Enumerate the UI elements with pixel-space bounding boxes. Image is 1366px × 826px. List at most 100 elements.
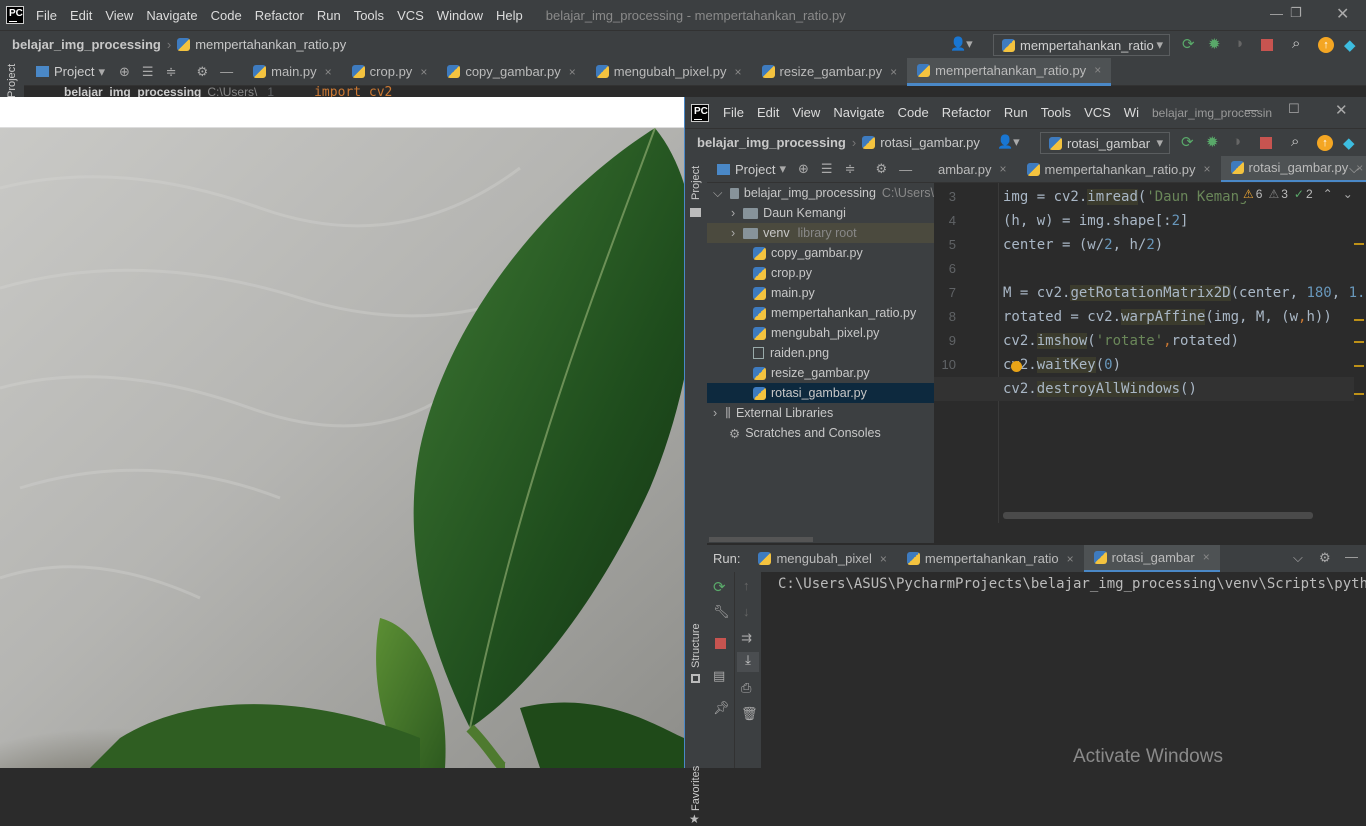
editor-tab[interactable]: mempertahankan_ratio.py × bbox=[907, 57, 1112, 86]
project-view-label[interactable]: Project bbox=[54, 64, 94, 79]
menu-view[interactable]: View bbox=[105, 8, 133, 23]
menu-edit[interactable]: Edit bbox=[70, 8, 92, 23]
coverage-icon[interactable]: ◑ bbox=[1232, 133, 1241, 150]
editor-tab[interactable]: copy_gambar.py × bbox=[437, 58, 585, 86]
pin-icon[interactable]: 📌︎ bbox=[713, 700, 730, 716]
run-console[interactable]: C:\Users\ASUS\PycharmProjects\belajar_im… bbox=[761, 572, 1366, 768]
editor-tab[interactable]: rotasi_gambar.py × bbox=[1220, 156, 1366, 182]
tree-folder-venv[interactable]: › venv library root bbox=[707, 223, 934, 243]
print-icon[interactable]: ⎙ bbox=[741, 680, 751, 696]
user-icon[interactable]: 👤▾ bbox=[950, 36, 973, 52]
close-tab-icon[interactable]: × bbox=[1067, 552, 1074, 566]
editor-h-scrollbar[interactable] bbox=[1003, 512, 1313, 519]
update-icon[interactable]: ↑ bbox=[1317, 135, 1333, 151]
close-tab-icon[interactable]: × bbox=[1203, 550, 1210, 564]
chevron-down-icon[interactable]: ⌵ bbox=[1293, 550, 1303, 566]
breadcrumb-file[interactable]: mempertahankan_ratio.py bbox=[195, 37, 346, 52]
tree-file[interactable]: main.py bbox=[707, 283, 934, 303]
collapse-all-icon[interactable]: ≑ bbox=[845, 161, 856, 177]
breadcrumb-project[interactable]: belajar_img_processing bbox=[697, 135, 846, 150]
tree-file[interactable]: mengubah_pixel.py bbox=[707, 323, 934, 343]
arrow-down-icon[interactable]: ↓ bbox=[743, 604, 750, 619]
arrow-up-icon[interactable]: ↑ bbox=[743, 578, 750, 593]
close-tab-icon[interactable]: × bbox=[999, 162, 1006, 176]
rerun-icon[interactable]: ⟳ bbox=[713, 578, 726, 596]
tree-file[interactable]: resize_gambar.py bbox=[707, 363, 934, 383]
search-icon[interactable]: ⌕ bbox=[1291, 133, 1299, 150]
breadcrumb-project[interactable]: belajar_img_processing bbox=[12, 37, 161, 52]
chevron-down-icon[interactable]: ⌄ bbox=[1343, 187, 1353, 201]
favorites-stripe-label[interactable]: Favorites bbox=[690, 766, 702, 811]
chevron-up-icon[interactable]: ⌃ bbox=[1323, 187, 1333, 201]
tree-external-libraries[interactable]: › ⫼ External Libraries bbox=[707, 403, 934, 423]
editor-tab[interactable]: ambar.py × bbox=[934, 156, 1017, 182]
menu-navigate[interactable]: Navigate bbox=[146, 8, 197, 23]
menu-file[interactable]: File bbox=[36, 8, 57, 23]
menu-file[interactable]: File bbox=[723, 105, 744, 120]
tree-file[interactable]: mempertahankan_ratio.py bbox=[707, 303, 934, 323]
run-tab[interactable]: mengubah_pixel × bbox=[748, 545, 896, 573]
inspection-widget[interactable]: ⚠ 6 ⚠ 3 ✓ 2 ⌃ ⌄ bbox=[1239, 187, 1357, 201]
menu-tools[interactable]: Tools bbox=[354, 8, 384, 23]
hide-icon[interactable]: — bbox=[899, 162, 912, 177]
back-run-config[interactable]: mempertahankan_ratio ▾ bbox=[993, 34, 1170, 56]
user-icon[interactable]: 👤▾ bbox=[997, 134, 1020, 150]
project-view-label[interactable]: Project bbox=[735, 162, 775, 177]
tree-file[interactable]: crop.py bbox=[707, 263, 934, 283]
menu-refactor[interactable]: Refactor bbox=[942, 105, 991, 120]
trash-icon[interactable]: 🗑︎ bbox=[741, 706, 758, 722]
gear-icon[interactable]: ⚙ bbox=[196, 64, 208, 80]
debug-icon[interactable]: ✹ bbox=[1206, 133, 1219, 151]
editor-tab[interactable]: main.py × bbox=[243, 58, 342, 86]
menu-wi[interactable]: Wi bbox=[1124, 105, 1139, 120]
project-stripe-label[interactable]: Project bbox=[6, 64, 18, 98]
menu-help[interactable]: Help bbox=[496, 8, 523, 23]
menu-refactor[interactable]: Refactor bbox=[255, 8, 304, 23]
tree-folder-daun[interactable]: › Daun Kemangi bbox=[707, 203, 934, 223]
editor-tab[interactable]: mengubah_pixel.py × bbox=[586, 58, 752, 86]
locate-icon[interactable]: ⊕ bbox=[798, 161, 809, 177]
structure-stripe-label[interactable]: Structure bbox=[690, 623, 702, 668]
menu-vcs[interactable]: VCS bbox=[1084, 105, 1111, 120]
close-button[interactable]: ✕ bbox=[1335, 101, 1348, 119]
menu-edit[interactable]: Edit bbox=[757, 105, 779, 120]
image-window-title-bar[interactable] bbox=[0, 97, 684, 128]
close-tab-icon[interactable]: × bbox=[1204, 162, 1211, 176]
gear-icon[interactable]: ⚙ bbox=[875, 161, 887, 177]
tree-root[interactable]: ⌵ belajar_img_processing C:\Users\ bbox=[707, 183, 934, 203]
menu-tools[interactable]: Tools bbox=[1041, 105, 1071, 120]
search-icon[interactable]: ⌕ bbox=[1292, 35, 1300, 52]
front-run-config[interactable]: rotasi_gambar ▾ bbox=[1040, 132, 1170, 154]
project-stripe-label[interactable]: Project bbox=[690, 166, 702, 200]
editor-area[interactable]: 34567891011 img = cv2.imread('Daun Keman… bbox=[934, 183, 1366, 543]
gear-icon[interactable]: ⚙ bbox=[1319, 550, 1331, 566]
menu-window[interactable]: Window bbox=[437, 8, 483, 23]
run-tab[interactable]: rotasi_gambar × bbox=[1083, 544, 1220, 573]
rerun-icon[interactable]: ⟳ bbox=[1181, 133, 1194, 151]
tree-file[interactable]: rotasi_gambar.py bbox=[707, 383, 934, 403]
tree-scratches[interactable]: ⚙ Scratches and Consoles bbox=[707, 423, 934, 443]
chevron-down-icon[interactable]: ⌵ bbox=[1349, 161, 1359, 177]
close-tab-icon[interactable]: × bbox=[890, 65, 897, 79]
expand-all-icon[interactable]: ☰ bbox=[821, 161, 833, 177]
close-button[interactable]: ✕ bbox=[1336, 4, 1349, 24]
menu-vcs[interactable]: VCS bbox=[397, 8, 424, 23]
maximize-button[interactable]: ☐ bbox=[1288, 101, 1300, 117]
minimize-button[interactable]: — bbox=[1245, 102, 1258, 117]
hide-icon[interactable]: — bbox=[220, 64, 233, 79]
stop-icon[interactable] bbox=[1261, 39, 1273, 51]
breadcrumb-file[interactable]: rotasi_gambar.py bbox=[880, 135, 980, 150]
menu-run[interactable]: Run bbox=[1004, 105, 1028, 120]
run-tab[interactable]: mempertahankan_ratio × bbox=[897, 545, 1084, 573]
minimize-button[interactable]: — bbox=[1270, 6, 1283, 21]
tree-file[interactable]: copy_gambar.py bbox=[707, 243, 934, 263]
tree-scrollbar[interactable] bbox=[709, 537, 813, 542]
toolbox-icon[interactable]: ◆ bbox=[1344, 36, 1356, 54]
menu-code[interactable]: Code bbox=[898, 105, 929, 120]
scroll-to-end-icon[interactable]: ⤓ bbox=[737, 652, 759, 672]
debug-icon[interactable]: ✹ bbox=[1208, 35, 1221, 53]
close-tab-icon[interactable]: × bbox=[569, 65, 576, 79]
wrench-icon[interactable]: 🔧︎ bbox=[713, 604, 730, 620]
editor-tab[interactable]: crop.py × bbox=[342, 58, 438, 86]
close-tab-icon[interactable]: × bbox=[325, 65, 332, 79]
